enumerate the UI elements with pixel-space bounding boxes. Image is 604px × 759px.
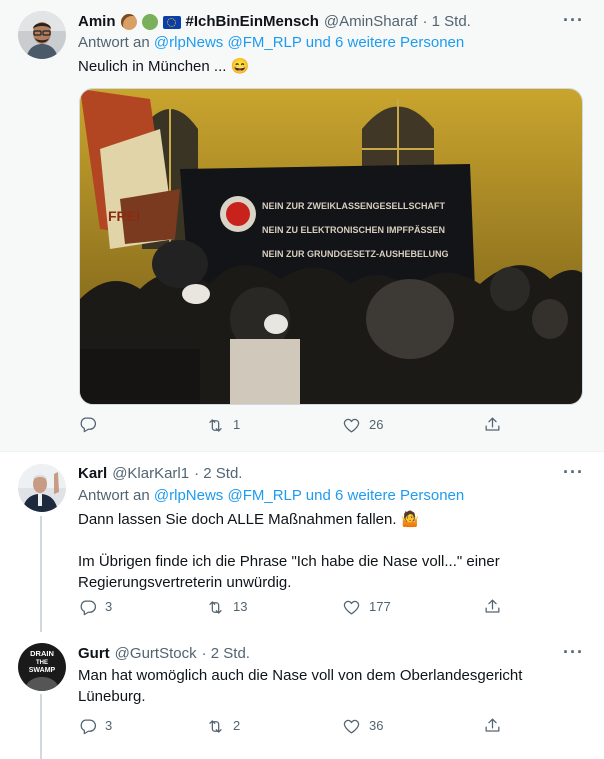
reply-icon — [80, 719, 96, 734]
like-icon — [343, 719, 360, 733]
reply-prefix: Antwort an — [78, 487, 150, 504]
user-handle[interactable]: @KlarKarl1 — [112, 464, 189, 484]
tweet-header: Karl @KlarKarl1 · 2 Std. — [78, 464, 564, 484]
reply-prefix: Antwort an — [78, 34, 150, 51]
share-icon — [485, 599, 500, 613]
reply-others[interactable]: und 6 weitere Personen — [306, 487, 464, 504]
tweet-text: Dann lassen Sie doch ALLE Maßnahmen fall… — [78, 509, 578, 593]
reply-count: 3 — [105, 718, 113, 733]
flag-text: FREI — [108, 208, 140, 224]
share-button[interactable] — [483, 597, 502, 616]
tweet-amin[interactable]: Amin #IchBinEinMensch @AminSharaf · 1 St… — [0, 0, 604, 452]
share-icon — [485, 417, 500, 431]
retweet-button[interactable]: 13 — [206, 597, 247, 617]
more-icon[interactable]: ··· — [563, 11, 584, 29]
reply-context: Antwort an @rlpNews @FM_RLP und 6 weiter… — [78, 486, 464, 506]
avatar[interactable] — [18, 464, 66, 512]
like-count: 177 — [369, 599, 391, 614]
reply-icon — [80, 417, 96, 433]
like-button[interactable]: 177 — [342, 597, 391, 617]
display-name[interactable]: Gurt — [78, 644, 110, 664]
tweet-text-paragraph-1: Dann lassen Sie doch ALLE Maßnahmen fall… — [78, 511, 420, 528]
share-button[interactable] — [483, 716, 502, 735]
like-icon — [343, 600, 360, 614]
tweet-text-paragraph-2: Im Übrigen finde ich die Phrase "Ich hab… — [78, 553, 500, 591]
tweet-photo[interactable]: NEIN ZUR ZWEIKLASSENGESELLSCHAFT NEIN ZU… — [79, 88, 583, 405]
retweet-icon — [209, 719, 222, 733]
reply-count: 3 — [105, 599, 113, 614]
reply-context: Antwort an @rlpNews @FM_RLP und 6 weiter… — [78, 33, 464, 53]
like-button[interactable]: 36 — [342, 716, 383, 736]
timestamp[interactable]: · 2 Std. — [194, 464, 242, 484]
retweet-count: 13 — [233, 599, 248, 614]
reply-targets[interactable]: @rlpNews @FM_RLP — [154, 34, 302, 51]
eu-flag-emoji-icon — [162, 15, 181, 29]
reply-button[interactable] — [78, 415, 105, 434]
like-icon — [343, 418, 360, 432]
reply-button[interactable]: 3 — [78, 597, 112, 617]
thread-line — [40, 694, 42, 759]
tweet-text: Neulich in München ... 😄 — [78, 58, 250, 75]
retweet-icon — [209, 418, 222, 432]
like-count: 36 — [369, 718, 384, 733]
tweet-header: Gurt @GurtStock · 2 Std. — [78, 644, 564, 664]
reply-others[interactable]: und 6 weitere Personen — [306, 34, 464, 51]
avatar[interactable] — [18, 11, 66, 59]
green-circle-emoji-icon — [141, 14, 158, 30]
tweet-text: Man hat womöglich auch die Nase voll von… — [78, 667, 523, 705]
tweet-actions: 1 26 — [78, 415, 518, 439]
display-name[interactable]: Karl — [78, 464, 107, 484]
reply-targets[interactable]: @rlpNews @FM_RLP — [154, 487, 302, 504]
share-button[interactable] — [483, 415, 502, 434]
tweet-header: Amin #IchBinEinMensch @AminSharaf · 1 St… — [78, 12, 564, 32]
user-handle[interactable]: @AminSharaf — [324, 12, 418, 32]
reply-button[interactable]: 3 — [78, 716, 112, 736]
timestamp[interactable]: · 1 Std. — [422, 12, 470, 32]
share-icon — [485, 718, 500, 732]
banner-line-2: NEIN ZU ELEKTRONISCHEN IMPFPÄSSEN — [262, 225, 445, 235]
avatar-text-swamp: SWAMP — [29, 667, 56, 674]
banner-line-1: NEIN ZUR ZWEIKLASSENGESELLSCHAFT — [262, 201, 446, 211]
retweet-button[interactable]: 2 — [206, 716, 240, 736]
avatar-text-the: THE — [36, 660, 48, 666]
like-count: 26 — [369, 417, 384, 432]
tweet-actions: 3 2 36 — [78, 716, 518, 740]
cookie-emoji-icon — [120, 14, 137, 30]
banner-line-3: NEIN ZUR GRUNDGESETZ-AUSHEBELUNG — [262, 249, 449, 259]
reply-icon — [80, 600, 96, 615]
retweet-count: 1 — [233, 417, 241, 432]
thread-line — [40, 516, 42, 632]
display-name-hashtag[interactable]: #IchBinEinMensch — [186, 12, 319, 32]
display-name[interactable]: Amin — [78, 12, 116, 32]
retweet-button[interactable]: 1 — [206, 415, 240, 435]
more-icon[interactable]: ··· — [563, 643, 584, 661]
like-button[interactable]: 26 — [342, 415, 383, 435]
avatar[interactable]: DRAIN THE SWAMP — [18, 643, 66, 691]
timestamp[interactable]: · 2 Std. — [202, 644, 250, 664]
more-icon[interactable]: ··· — [563, 463, 584, 481]
user-handle[interactable]: @GurtStock — [115, 644, 197, 664]
tweet-gurt[interactable]: DRAIN THE SWAMP Gurt @GurtStock · 2 Std.… — [0, 632, 604, 759]
retweet-icon — [209, 600, 222, 614]
retweet-count: 2 — [233, 718, 241, 733]
tweet-actions: 3 13 177 — [78, 597, 518, 621]
avatar-text-drain: DRAIN — [30, 649, 54, 658]
tweet-karl[interactable]: Karl @KlarKarl1 · 2 Std. ··· Antwort an … — [0, 452, 604, 632]
